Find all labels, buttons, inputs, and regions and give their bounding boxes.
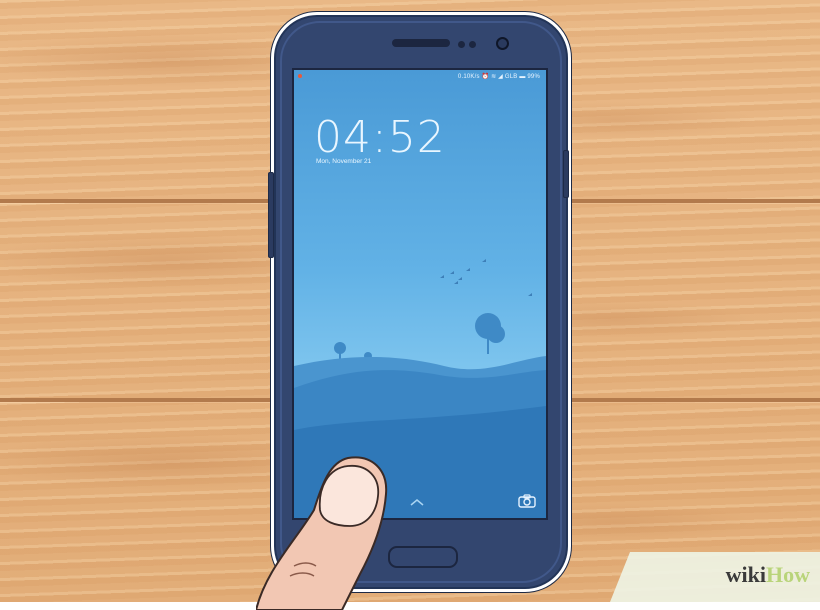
- finger-illustration: [256, 456, 388, 610]
- front-camera: [496, 37, 509, 50]
- lockscreen-date: Mon, November 21: [316, 158, 372, 165]
- camera-icon[interactable]: [518, 494, 536, 508]
- birds: [440, 259, 532, 296]
- volume-button[interactable]: [268, 172, 274, 258]
- status-bar: 0.10K/s ⏰ ≋ ◢ GLB ▬ 99%: [294, 70, 546, 84]
- lockscreen-clock: 04:52: [314, 112, 446, 163]
- trees: [334, 313, 505, 360]
- status-indicators: 0.10K/s ⏰ ≋ ◢ GLB ▬ 99%: [457, 74, 540, 80]
- notification-dot-icon: [298, 74, 302, 78]
- power-button[interactable]: [563, 150, 569, 198]
- sensor-dot: [469, 41, 476, 48]
- sensor-dot: [458, 41, 465, 48]
- earpiece-speaker: [392, 39, 450, 47]
- logo-how: How: [766, 562, 810, 587]
- wikihow-watermark: wikiHow: [610, 552, 820, 602]
- wikihow-logo: wikiHow: [726, 562, 810, 588]
- logo-wiki: wiki: [725, 562, 766, 587]
